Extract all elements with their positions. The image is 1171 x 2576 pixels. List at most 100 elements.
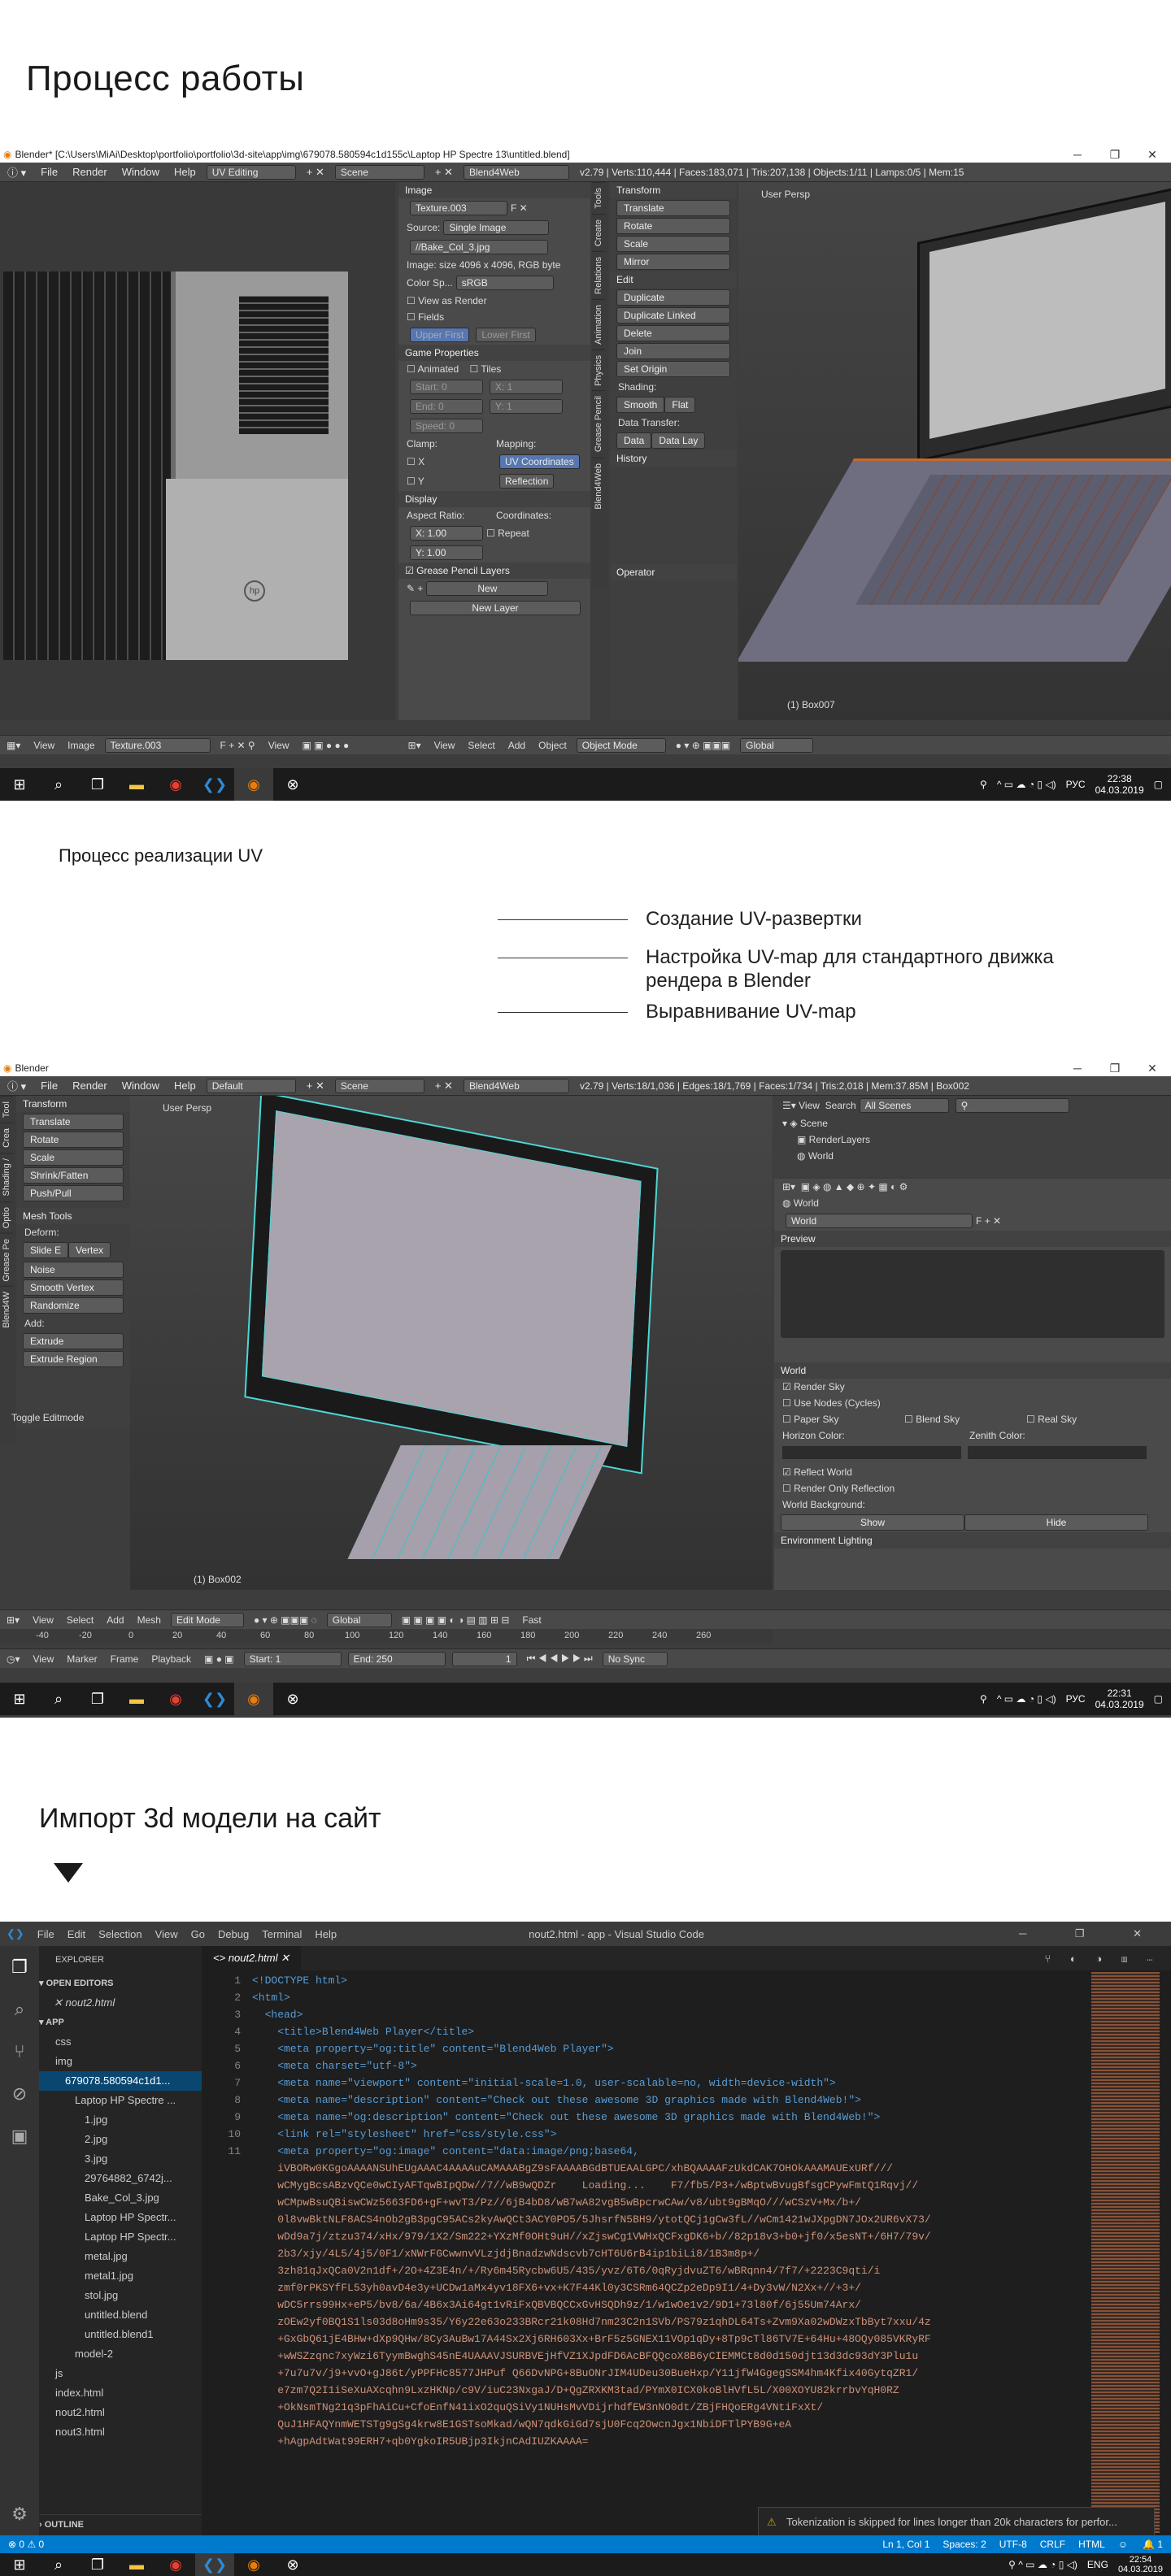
editor-actions-icons[interactable]: ⑂ ◐ ◑ ▥ ⋯ (1044, 1953, 1171, 1965)
transform2-header[interactable]: Transform (16, 1096, 130, 1112)
vscode2-icon[interactable]: ❮❯ (195, 1683, 234, 1715)
outliner-search[interactable]: Search (825, 1100, 856, 1111)
uv-footer-texture[interactable]: Texture.003 (104, 737, 211, 753)
tree-item[interactable]: nout2.html (39, 2403, 202, 2422)
task-view3-icon[interactable]: ❐ (78, 2553, 117, 2576)
code-line[interactable]: +GxGbQ61jE4BHw+dXp9QHw/8Cy3AuBw17A44Sx2X… (202, 2331, 1088, 2348)
code-line[interactable]: zmf0rPKSYfFL53yh0avD4e3y+UCDw1aMx4yv18FX… (202, 2279, 1088, 2296)
search3-icon[interactable]: ⌕ (39, 2553, 78, 2576)
windows-start-icon[interactable]: ⊞ (0, 768, 39, 801)
search-icon[interactable]: ⌕ (39, 768, 78, 801)
paper-sky-checkbox[interactable]: ☐ Paper Sky (782, 1414, 904, 1425)
tree-item[interactable]: 29764882_6742j... (39, 2169, 202, 2188)
tree-item[interactable]: 679078.580594c1d1... (39, 2071, 202, 2091)
windows-start3-icon[interactable]: ⊞ (0, 2553, 39, 2576)
blender3-task-icon[interactable]: ◉ (234, 2553, 273, 2576)
problems-indicator[interactable]: ⊗ 0 ⚠ 0 (0, 2539, 44, 2550)
blender-task-icon[interactable]: ◉ (234, 768, 273, 801)
3d2-footer-select[interactable]: Select (60, 1614, 100, 1626)
code-line[interactable]: wDd9a7j/ztzu374/xHx/979/1X2/Sm222+YXzMf0… (202, 2228, 1088, 2245)
timeline-type-icon[interactable]: ◷▾ (0, 1653, 27, 1665)
edit-header[interactable]: Edit (610, 272, 737, 288)
mirror-button[interactable]: Mirror (616, 254, 730, 270)
orientation-select[interactable]: Global (740, 737, 814, 753)
data-button[interactable]: Data (616, 432, 652, 449)
zenith-color-swatch[interactable] (968, 1446, 1147, 1459)
code-line[interactable]: 5 <meta property="og:title" content="Ble… (202, 2040, 1088, 2057)
outliner-view[interactable]: View (799, 1100, 820, 1111)
world-add-icon[interactable]: + ✕ (985, 1215, 1001, 1227)
menu-window[interactable]: Window (115, 166, 167, 178)
slide-edge-button[interactable]: Slide E (23, 1242, 69, 1258)
cursor-position[interactable]: Ln 1, Col 1 (876, 2539, 936, 2550)
extensions-icon[interactable]: ▣ (0, 2115, 39, 2157)
blend-sky-checkbox[interactable]: ☐ Blend Sky (904, 1414, 1026, 1425)
uv-footer-image[interactable]: Image (61, 740, 101, 751)
render-only-reflection-checkbox[interactable]: ☐ Render Only Reflection (774, 1480, 1171, 1497)
layout-selector[interactable]: UV Editing (206, 164, 296, 180)
editor-tab-nout2[interactable]: <> nout2.html ✕ (202, 1946, 302, 1970)
open-editors-header[interactable]: ▾ OPEN EDITORS (39, 1974, 202, 1993)
game-properties-header[interactable]: Game Properties (398, 345, 590, 361)
code-line[interactable]: 1 <!DOCTYPE html> (202, 1972, 1088, 1989)
menu-help[interactable]: Help (167, 166, 203, 178)
blender2-task-icon[interactable]: ◉ (234, 1683, 273, 1715)
minimize2-icon[interactable]: ─ (1059, 1060, 1096, 1076)
push-pull-button[interactable]: Push/Pull (23, 1185, 124, 1201)
flat-button[interactable]: Flat (664, 397, 696, 413)
file-explorer2-icon[interactable]: ▬ (117, 1683, 156, 1715)
add-scene-icon[interactable]: + ✕ (428, 166, 460, 179)
vertex-button[interactable]: Vertex (68, 1242, 111, 1258)
explorer-icon[interactable]: ❐ (0, 1946, 39, 1988)
mesh-tools-header[interactable]: Mesh Tools (16, 1208, 130, 1224)
tree-item[interactable]: js (39, 2364, 202, 2383)
texture-browse-icon[interactable]: F ✕ (511, 202, 528, 214)
tree-item[interactable]: model-2 (39, 2344, 202, 2364)
outliner-item-scene[interactable]: ▾ ◈ Scene (774, 1115, 1171, 1132)
delete-button[interactable]: Delete (616, 325, 730, 341)
code-line[interactable]: wCMpwBsuQBiswCWz5663FD6+gF+wvT3/Pz//6jB4… (202, 2194, 1088, 2211)
3d-viewport-2[interactable]: User Persp (1) Box002 (130, 1096, 773, 1590)
tiles-y-field[interactable]: Y: 1 (490, 399, 563, 414)
world-fake-user[interactable]: F (976, 1215, 982, 1227)
debug-icon[interactable]: ⊘ (0, 2073, 39, 2115)
tab-relations[interactable]: Relations (592, 250, 605, 299)
close-icon[interactable]: ✕ (1134, 146, 1171, 163)
vs-menu-edit[interactable]: Edit (61, 1928, 92, 1940)
outliner-filter[interactable]: All Scenes (859, 1098, 949, 1113)
tree-item[interactable]: Laptop HP Spectr... (39, 2208, 202, 2227)
speed-field[interactable]: Speed: 0 (410, 419, 483, 433)
language-indicator[interactable]: РУС (1066, 779, 1086, 790)
extrude-button[interactable]: Extrude (23, 1333, 124, 1349)
add-scene2-icon[interactable]: + ✕ (428, 1079, 460, 1093)
open-editor-item[interactable]: ✕ nout2.html (39, 1993, 202, 2013)
fast-label[interactable]: Fast (516, 1614, 547, 1626)
shrink-fatten-button[interactable]: Shrink/Fatten (23, 1167, 124, 1184)
code-line[interactable]: 3 <head> (202, 2006, 1088, 2023)
restore2-icon[interactable]: ❐ (1096, 1060, 1134, 1076)
task-view-icon[interactable]: ❐ (78, 768, 117, 801)
tree-item[interactable]: css (39, 2032, 202, 2052)
tray-arrow-icon[interactable]: ^ ▭ ☁ ◔ ▯ ◁) (997, 779, 1056, 790)
grease-pencil-layers-header[interactable]: ☑ Grease Pencil Layers (398, 563, 590, 579)
sync-select[interactable]: No Sync (602, 1651, 668, 1666)
join-button[interactable]: Join (616, 343, 730, 359)
vs-menu-go[interactable]: Go (185, 1928, 211, 1940)
layout2-selector[interactable]: Default (206, 1078, 296, 1093)
language3-indicator[interactable]: ENG (1087, 2559, 1108, 2570)
code-line[interactable]: +7u7u7v/j9+vvO+gJ86t/yPPFHc8577JHPuf Q66… (202, 2365, 1088, 2382)
indentation-indicator[interactable]: Spaces: 2 (936, 2539, 992, 2550)
toggle-editmode[interactable]: Toggle Editmode (3, 1410, 92, 1426)
code-line[interactable]: 11 <meta property="og:image" content="da… (202, 2143, 1088, 2160)
translate-button[interactable]: Translate (616, 200, 730, 216)
tab-tools[interactable]: Tools (592, 182, 605, 214)
data-lay-button[interactable]: Data Lay (651, 432, 706, 449)
smooth-vertex-button[interactable]: Smooth Vertex (23, 1279, 124, 1296)
image-file-path[interactable]: //Bake_Col_3.jpg (410, 240, 548, 254)
image-section-header[interactable]: Image (398, 182, 590, 198)
tab2-options[interactable]: Optio (0, 1201, 13, 1233)
3d-viewport[interactable]: User Persp (1) Box007 (738, 182, 1171, 720)
show-button[interactable]: Show (781, 1514, 964, 1531)
tree-item[interactable]: Laptop HP Spectre ... (39, 2091, 202, 2110)
menu-render[interactable]: Render (65, 166, 115, 178)
